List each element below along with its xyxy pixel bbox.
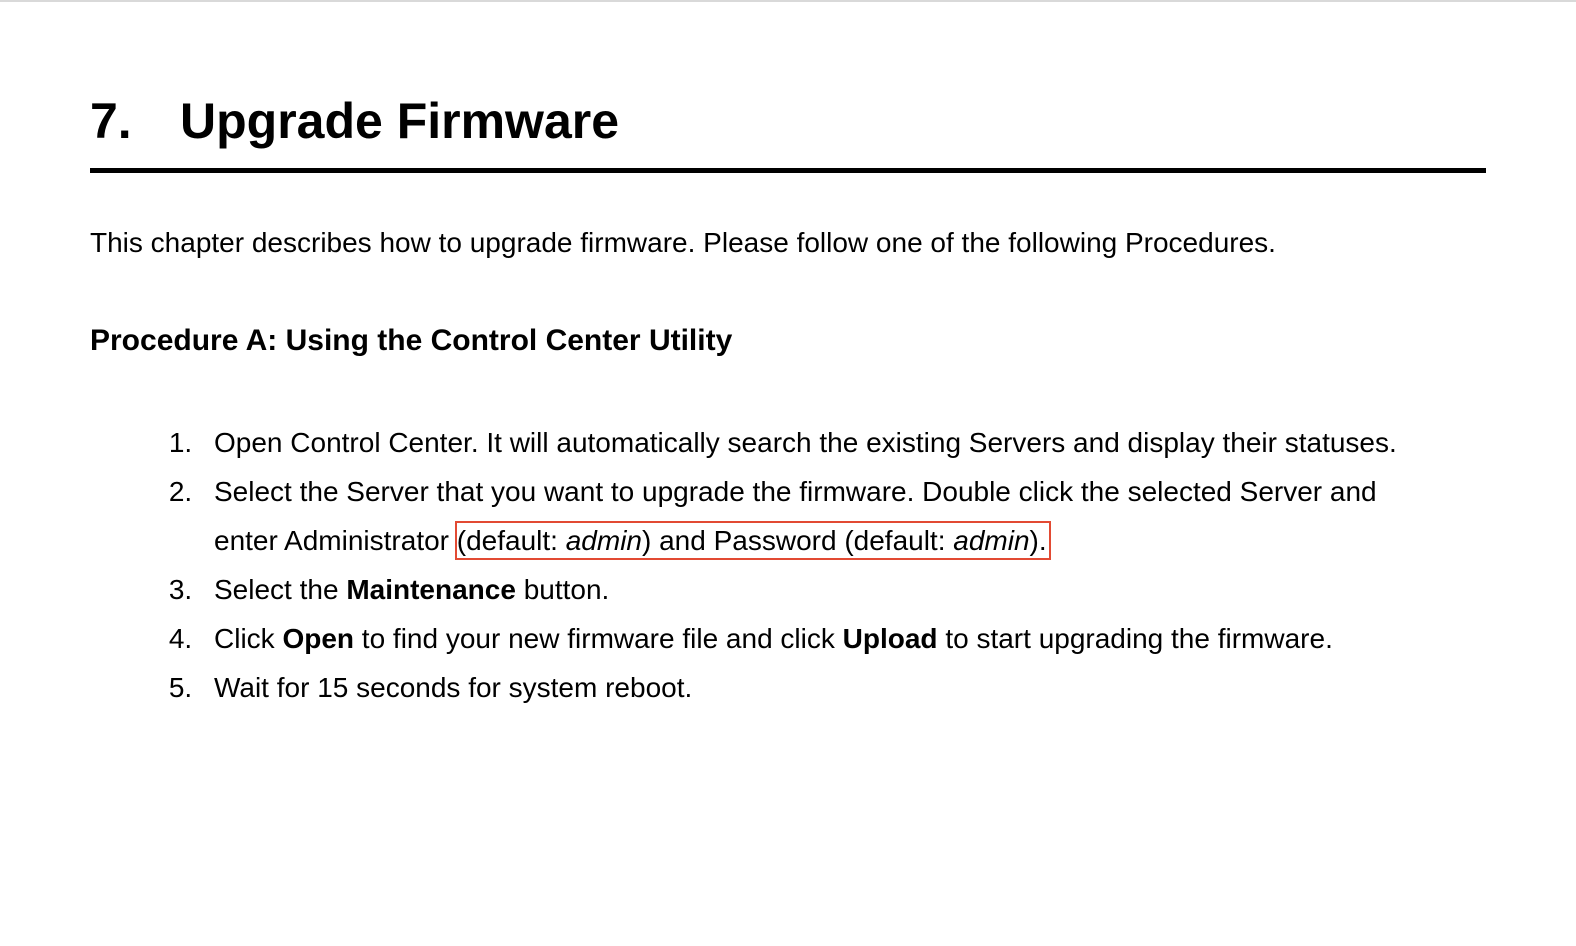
step-4-text-c: to find your new firmware file and click — [354, 623, 843, 654]
step-1: Open Control Center. It will automatical… — [200, 418, 1436, 467]
default-admin-password: admin — [953, 525, 1029, 556]
step-3: Select the Maintenance button. — [200, 565, 1436, 614]
open-button-label: Open — [282, 623, 354, 654]
maintenance-button-label: Maintenance — [346, 574, 516, 605]
step-2-highlight-c: ) and Password (default: — [642, 525, 953, 556]
step-3-text-a: Select the — [214, 574, 346, 605]
procedure-a-steps: Open Control Center. It will automatical… — [160, 418, 1486, 712]
document-page: 7. Upgrade Firmware This chapter describ… — [0, 0, 1576, 946]
step-3-text-c: button. — [516, 574, 609, 605]
upload-button-label: Upload — [843, 623, 938, 654]
chapter-number: 7. — [90, 92, 180, 150]
default-credentials-highlight: (default: admin) and Password (default: … — [455, 521, 1051, 560]
step-5: Wait for 15 seconds for system reboot. — [200, 663, 1436, 712]
chapter-intro: This chapter describes how to upgrade fi… — [90, 223, 1486, 264]
procedure-a-heading: Procedure A: Using the Control Center Ut… — [90, 324, 1486, 358]
default-admin-user: admin — [566, 525, 642, 556]
step-4-text-a: Click — [214, 623, 282, 654]
chapter-heading: 7. Upgrade Firmware — [90, 92, 1486, 173]
step-1-text: Open Control Center. It will automatical… — [214, 427, 1397, 458]
step-5-text: Wait for 15 seconds for system reboot. — [214, 672, 692, 703]
step-2-highlight-a: (default: — [457, 525, 566, 556]
step-2-highlight-e: ). — [1030, 525, 1047, 556]
step-4: Click Open to find your new firmware fil… — [200, 614, 1436, 663]
step-2: Select the Server that you want to upgra… — [200, 467, 1436, 565]
step-4-text-e: to start upgrading the firmware. — [938, 623, 1333, 654]
chapter-title: Upgrade Firmware — [180, 92, 1486, 150]
